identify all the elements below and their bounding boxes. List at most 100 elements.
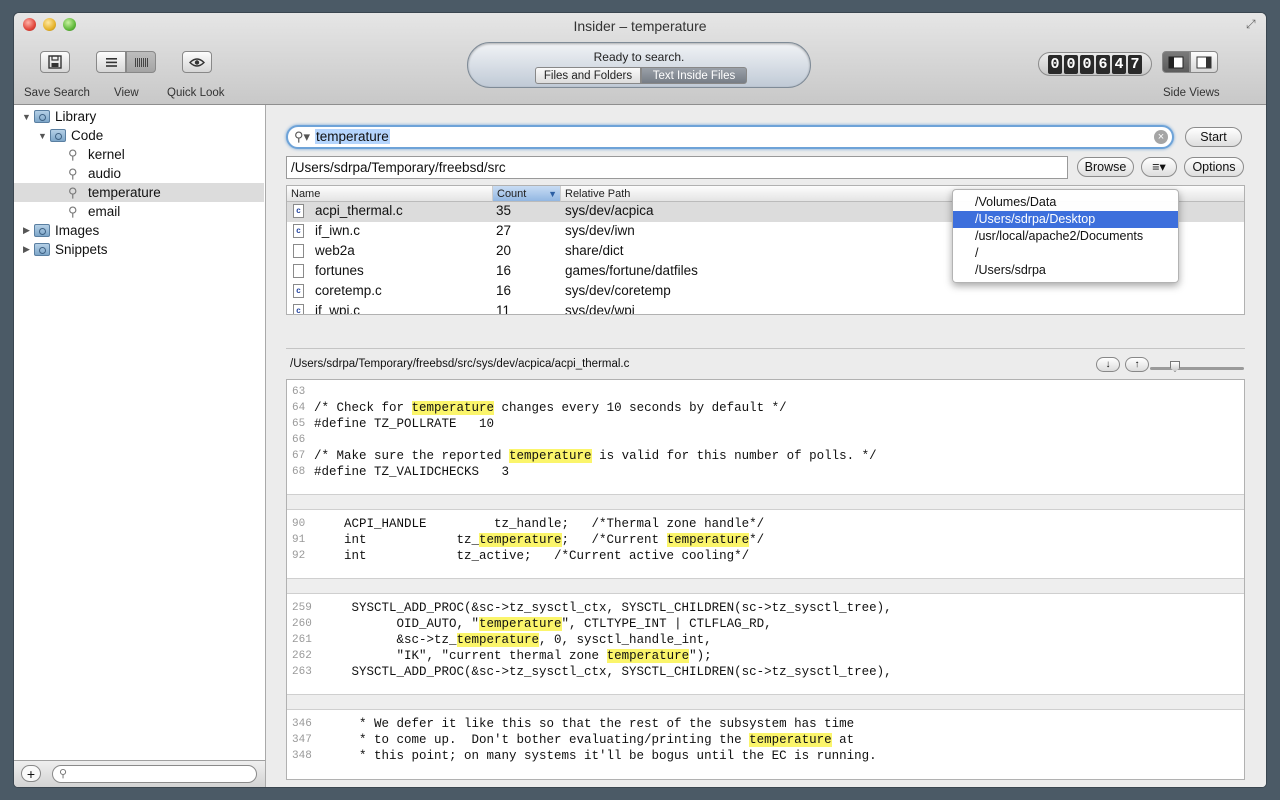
search-status: Ready to search.	[593, 50, 685, 64]
options-button[interactable]: Options	[1184, 157, 1244, 177]
recent-paths-button[interactable]: ≡▾	[1141, 157, 1177, 177]
line-number: 262	[292, 650, 312, 662]
table-row[interactable]: c coretemp.c 16 sys/dev/coretemp	[287, 282, 1244, 302]
sidebar-item-temperature[interactable]: ⚲ temperature	[14, 183, 264, 202]
context-slider-track[interactable]	[1150, 367, 1244, 370]
menu-item-path[interactable]: /Users/sdrpa/Desktop	[953, 211, 1178, 228]
sidebar-item-label: Code	[71, 128, 104, 143]
line-number: 92	[292, 550, 306, 562]
sidebar: ▼ Library ▼ Code ⚲ kernel ⚲ audio ⚲ temp…	[14, 105, 266, 760]
disclosure-closed-icon[interactable]: ▶	[23, 225, 33, 236]
column-view-icon	[134, 57, 148, 67]
search-status-pill: Ready to search. Files and Folders Text …	[467, 42, 811, 88]
document-file-icon	[293, 264, 304, 278]
scope-files-and-folders[interactable]: Files and Folders	[535, 67, 641, 84]
file-name: fortunes	[315, 263, 364, 278]
menu-item-path[interactable]: /usr/local/apache2/Documents	[953, 228, 1178, 245]
next-match-button[interactable]: ↓	[1096, 357, 1120, 372]
search-path-field[interactable]: /Users/sdrpa/Temporary/freebsd/src	[286, 156, 1068, 179]
disclosure-open-icon[interactable]: ▼	[38, 131, 48, 141]
match-count: 27	[496, 223, 512, 238]
sidebar-item-label: Snippets	[55, 242, 108, 257]
file-name: acpi_thermal.c	[315, 203, 403, 218]
sidebar-search-field[interactable]: ⚲	[52, 765, 257, 783]
code-text: "IK", "current thermal zone temperature"…	[314, 649, 712, 663]
line-number: 64	[292, 402, 306, 414]
expand-icon[interactable]: ⤢	[1246, 17, 1260, 31]
match-highlight: temperature	[479, 533, 562, 547]
smart-folder-icon	[34, 243, 50, 256]
save-search-button[interactable]	[40, 51, 70, 73]
relative-path: share/dict	[565, 243, 624, 258]
menu-item-path[interactable]: /Volumes/Data	[953, 194, 1178, 211]
list-view-button[interactable]	[96, 51, 126, 73]
code-line: 259 SYSCTL_ADD_PROC(&sc->tz_sysctl_ctx, …	[287, 600, 1244, 616]
sidebar-item-email[interactable]: ⚲ email	[14, 202, 264, 221]
column-view-button[interactable]	[126, 51, 156, 73]
menu-item-path[interactable]: /Users/sdrpa	[953, 262, 1178, 279]
code-line: 263 SYSCTL_ADD_PROC(&sc->tz_sysctl_ctx, …	[287, 664, 1244, 680]
counter-digit: 4	[1112, 54, 1126, 74]
search-icon: ⚲▾	[294, 129, 311, 144]
smart-folder-icon	[34, 224, 50, 237]
menu-item-path[interactable]: /	[953, 245, 1178, 262]
line-number: 91	[292, 534, 306, 546]
document-file-icon	[293, 244, 304, 258]
sidebar-item-label: Library	[55, 109, 97, 124]
left-panel-icon	[1168, 56, 1184, 68]
save-search-label: Save Search	[24, 87, 90, 99]
match-highlight: temperature	[479, 617, 562, 631]
code-text: * this point; on many systems it'll be b…	[314, 749, 877, 763]
sidebar-item-audio[interactable]: ⚲ audio	[14, 164, 264, 183]
browse-button[interactable]: Browse	[1077, 157, 1134, 177]
match-count: 20	[496, 243, 512, 258]
line-number: 348	[292, 750, 312, 762]
sidebar-item-images[interactable]: ▶ Images	[14, 221, 264, 240]
sidebar-item-snippets[interactable]: ▶ Snippets	[14, 240, 264, 259]
sidebar-item-kernel[interactable]: ⚲ kernel	[14, 145, 264, 164]
left-side-view-button[interactable]	[1162, 51, 1190, 73]
right-side-view-button[interactable]	[1190, 51, 1218, 73]
c-source-file-icon: c	[293, 304, 304, 314]
code-line: 347 * to come up. Don't bother evaluatin…	[287, 732, 1244, 748]
result-counter: 0 0 0 6 4 7	[1038, 52, 1152, 76]
scope-text-inside-files[interactable]: Text Inside Files	[641, 67, 747, 84]
list-dropdown-icon: ≡▾	[1152, 160, 1166, 174]
relative-path: sys/dev/iwn	[565, 223, 635, 238]
code-text: &sc->tz_temperature, 0, sysctl_handle_in…	[314, 633, 712, 647]
quick-look-button[interactable]	[182, 51, 212, 73]
disclosure-closed-icon[interactable]: ▶	[23, 244, 33, 255]
counter-digit: 0	[1048, 54, 1062, 74]
chunk-separator	[287, 494, 1244, 510]
column-header-name[interactable]: Name	[287, 186, 493, 202]
sidebar-item-library[interactable]: ▼ Library	[14, 107, 264, 126]
query-search-field[interactable]: ⚲▾ temperature ×	[286, 125, 1174, 149]
code-line: 66	[287, 432, 1244, 448]
match-count: 35	[496, 203, 512, 218]
line-number: 259	[292, 602, 312, 614]
code-line: 346 * We defer it like this so that the …	[287, 716, 1244, 732]
magnifier-icon: ⚲	[68, 184, 78, 200]
add-button[interactable]: +	[21, 765, 41, 782]
sidebar-item-code[interactable]: ▼ Code	[14, 126, 264, 145]
line-number: 260	[292, 618, 312, 630]
code-line: 261 &sc->tz_temperature, 0, sysctl_handl…	[287, 632, 1244, 648]
previous-match-button[interactable]: ↑	[1125, 357, 1149, 372]
split-divider[interactable]	[286, 348, 1245, 349]
query-text[interactable]: temperature	[315, 129, 390, 144]
clear-search-icon[interactable]: ×	[1154, 130, 1168, 144]
context-slider-knob[interactable]	[1170, 361, 1180, 372]
start-button[interactable]: Start	[1185, 127, 1242, 147]
column-header-count[interactable]: Count ▼	[493, 186, 561, 202]
match-highlight: temperature	[749, 733, 832, 747]
code-text: SYSCTL_ADD_PROC(&sc->tz_sysctl_ctx, SYSC…	[314, 665, 892, 679]
search-icon: ⚲	[59, 768, 68, 780]
disclosure-open-icon[interactable]: ▼	[22, 112, 32, 122]
recent-paths-menu: /Volumes/Data /Users/sdrpa/Desktop /usr/…	[952, 189, 1179, 283]
code-text: * We defer it like this so that the rest…	[314, 717, 855, 731]
code-text: int tz_active; /*Current active cooling*…	[314, 549, 750, 563]
line-number: 68	[292, 466, 306, 478]
preview-file-path: /Users/sdrpa/Temporary/freebsd/src/sys/d…	[290, 358, 630, 370]
table-row[interactable]: c if_wpi.c 11 sys/dev/wpi	[287, 302, 1244, 314]
counter-digit: 0	[1080, 54, 1094, 74]
